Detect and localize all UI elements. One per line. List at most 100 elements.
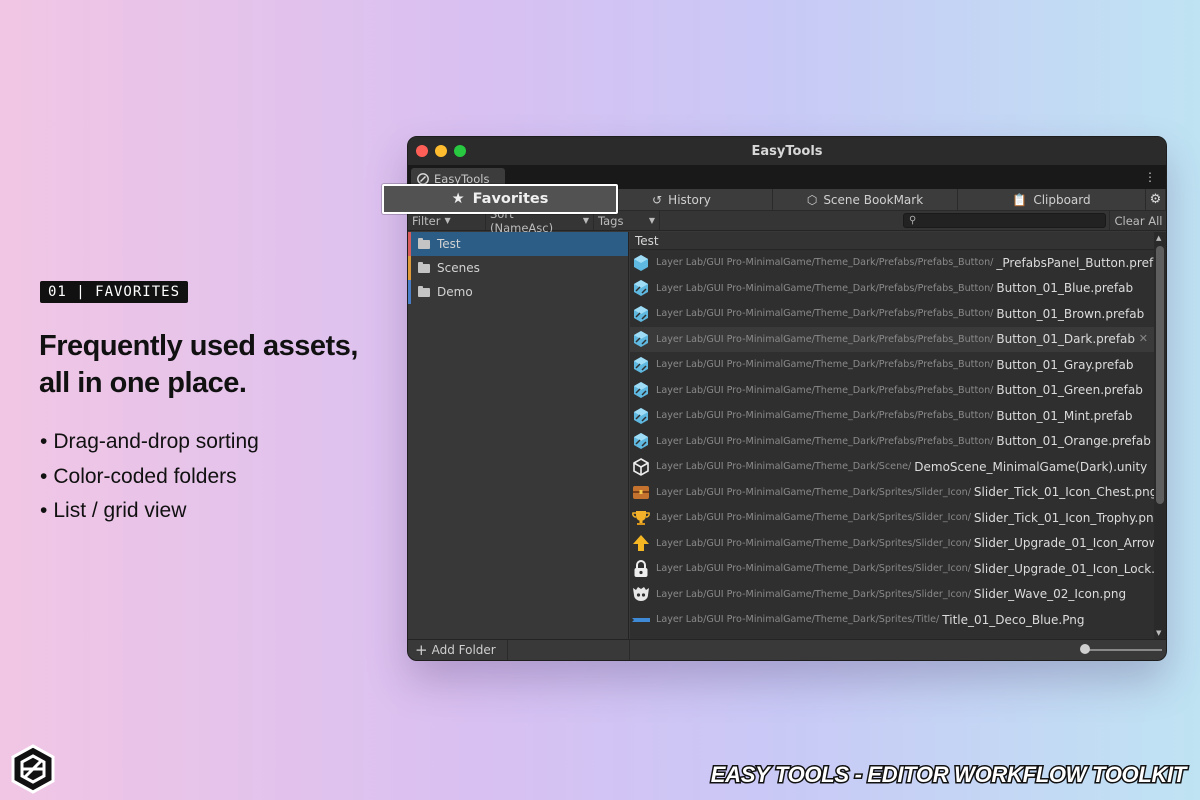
asset-name: Button_01_Gray.prefab — [996, 357, 1134, 372]
window-controls — [416, 145, 466, 157]
folder-color-tag — [408, 280, 411, 304]
feature-list: Drag-and-drop sorting Color-coded folder… — [40, 425, 259, 529]
feature-item: Drag-and-drop sorting — [40, 425, 258, 460]
asset-name: Button_01_Orange.prefab — [996, 434, 1151, 449]
bottom-bar: + Add Folder — [408, 639, 1166, 660]
list-item[interactable]: Layer Lab/GUI Pro-MinimalGame/Theme_Dark… — [630, 352, 1154, 378]
tab-favorites-label: Favorites — [472, 191, 549, 207]
folder-icon — [418, 261, 430, 273]
zoom-slider-track[interactable] — [1084, 649, 1162, 651]
list-item[interactable]: Layer Lab/GUI Pro-MinimalGame/Theme_Dark… — [630, 582, 1154, 608]
tab-clipboard[interactable]: 📋 Clipboard — [958, 189, 1146, 210]
asset-name: Button_01_Green.prefab — [996, 383, 1143, 398]
list-item[interactable]: Layer Lab/GUI Pro-MinimalGame/Theme_Dark… — [630, 403, 1154, 429]
tab-history-label: History — [668, 192, 711, 207]
add-folder-label: Add Folder — [431, 643, 496, 657]
asset-path: Layer Lab/GUI Pro-MinimalGame/Theme_Dark… — [656, 333, 994, 345]
star-icon: ★ — [451, 191, 465, 207]
prefab-variant-icon — [632, 407, 650, 425]
folder-item[interactable]: Scenes — [408, 256, 628, 280]
filter-label: Filter — [412, 213, 441, 228]
skull-icon — [632, 585, 650, 603]
folder-item[interactable]: Test — [408, 232, 628, 256]
headline-line-1: Frequently used assets, — [39, 330, 358, 362]
more-options-icon[interactable]: ⋮ — [1144, 170, 1156, 184]
clipboard-icon: 📋 — [1012, 192, 1028, 207]
asset-path: Layer Lab/GUI Pro-MinimalGame/Theme_Dark… — [656, 410, 994, 422]
divider — [629, 640, 630, 660]
tags-label: Tags — [598, 213, 624, 228]
asset-name: Slider_Tick_01_Icon_Trophy.png — [973, 510, 1154, 525]
list-item[interactable]: Layer Lab/GUI Pro-MinimalGame/Theme_Dark… — [630, 607, 1154, 633]
remove-icon[interactable]: ✕ — [1139, 332, 1148, 345]
list-item[interactable]: Layer Lab/GUI Pro-MinimalGame/Theme_Dark… — [630, 378, 1154, 404]
scroll-down-icon[interactable]: ▼ — [1156, 629, 1161, 637]
list-item[interactable]: Layer Lab/GUI Pro-MinimalGame/Theme_Dark… — [630, 250, 1154, 276]
tab-favorites-highlight[interactable]: ★ Favorites — [382, 184, 618, 214]
tab-scene-bookmark[interactable]: ⬡ Scene BookMark — [773, 189, 958, 210]
zoom-slider-handle[interactable] — [1080, 644, 1090, 654]
prefab-variant-icon — [632, 432, 650, 450]
asset-name: DemoScene_MinimalGame(Dark).unity — [914, 459, 1148, 474]
asset-name: Button_01_Blue.prefab — [996, 281, 1134, 296]
tab-clipboard-label: Clipboard — [1033, 192, 1091, 207]
prefab-variant-icon — [632, 330, 650, 348]
clear-all-button[interactable]: Clear All — [1109, 211, 1166, 230]
trophy-icon — [632, 509, 650, 527]
vertical-scrollbar[interactable]: ▲ ▼ — [1154, 232, 1166, 639]
prefab-icon — [632, 254, 650, 272]
scroll-up-icon[interactable]: ▲ — [1156, 234, 1161, 242]
list-item[interactable]: Layer Lab/GUI Pro-MinimalGame/Theme_Dark… — [630, 480, 1154, 506]
asset-path: Layer Lab/GUI Pro-MinimalGame/Theme_Dark… — [656, 614, 940, 626]
asset-path: Layer Lab/GUI Pro-MinimalGame/Theme_Dark… — [656, 435, 994, 447]
scroll-thumb[interactable] — [1156, 246, 1164, 504]
folder-item[interactable]: Demo — [408, 280, 628, 304]
settings-button[interactable]: ⚙ — [1146, 189, 1166, 210]
asset-name: Slider_Tick_01_Icon_Chest.png — [973, 485, 1154, 500]
maximize-button[interactable] — [454, 145, 466, 157]
easytools-window: EasyTools EasyTools ⋮ ↺ History ⬡ Scene … — [407, 136, 1167, 661]
list-item[interactable]: Layer Lab/GUI Pro-MinimalGame/Theme_Dark… — [630, 556, 1154, 582]
asset-name: Button_01_Mint.prefab — [996, 408, 1133, 423]
list-item[interactable]: Layer Lab/GUI Pro-MinimalGame/Theme_Dark… — [630, 326, 1154, 352]
feature-item: Color-coded folders — [40, 460, 259, 495]
easytools-tab-icon — [417, 172, 429, 185]
asset-path: Layer Lab/GUI Pro-MinimalGame/Theme_Dark… — [656, 461, 912, 473]
list-item[interactable]: Layer Lab/GUI Pro-MinimalGame/Theme_Dark… — [630, 531, 1154, 557]
feature-item: List / grid view — [40, 494, 259, 529]
add-folder-button[interactable]: + Add Folder — [408, 640, 508, 660]
minimize-button[interactable] — [435, 145, 447, 157]
tab-history[interactable]: ↺ History — [591, 189, 773, 210]
folder-icon — [418, 285, 430, 297]
close-button[interactable] — [416, 145, 428, 157]
lock-icon — [632, 559, 650, 578]
list-item[interactable]: Layer Lab/GUI Pro-MinimalGame/Theme_Dark… — [630, 276, 1154, 302]
list-item[interactable]: Layer Lab/GUI Pro-MinimalGame/Theme_Dark… — [630, 505, 1154, 531]
footer-title: EASY TOOLS - EDITOR WORKFLOW TOOLKIT — [709, 761, 1188, 789]
headline-line-2: all in one place. — [39, 367, 247, 399]
asset-path: Layer Lab/GUI Pro-MinimalGame/Theme_Dark… — [656, 282, 994, 294]
window-title: EasyTools — [751, 143, 823, 159]
cube-icon: ⬡ — [806, 192, 818, 207]
list-item[interactable]: Layer Lab/GUI Pro-MinimalGame/Theme_Dark… — [630, 454, 1154, 480]
asset-path: Layer Lab/GUI Pro-MinimalGame/Theme_Dark… — [656, 512, 971, 524]
list-item[interactable]: Layer Lab/GUI Pro-MinimalGame/Theme_Dark… — [630, 301, 1154, 327]
list-header: Test — [630, 232, 1154, 250]
ribbon-icon — [632, 611, 650, 629]
folder-panel: Test Scenes Demo — [408, 232, 629, 639]
unity-scene-icon — [632, 457, 650, 476]
asset-name: Slider_Upgrade_01_Icon_Lock.p — [973, 561, 1154, 576]
chevron-down-icon: ▼ — [648, 216, 655, 225]
asset-path: Layer Lab/GUI Pro-MinimalGame/Theme_Dark… — [656, 588, 971, 600]
folder-label: Scenes — [437, 261, 480, 275]
filter-toolbar: Filter ▼ Sort (NameAsc) ▼ Tags ▼ ⚲ Clear… — [408, 207, 1166, 235]
asset-list: Test Layer Lab/GUI Pro-MinimalGame/Theme… — [630, 232, 1154, 639]
arrow-up-icon — [632, 534, 650, 552]
asset-name: Slider_Wave_02_Icon.png — [973, 587, 1127, 602]
folder-color-tag — [408, 232, 411, 256]
headline: Frequently used assets, all in one place… — [39, 328, 358, 402]
history-icon: ↺ — [652, 192, 663, 207]
tab-scene-bookmark-label: Scene BookMark — [823, 192, 924, 207]
search-input[interactable]: ⚲ — [903, 213, 1106, 228]
list-item[interactable]: Layer Lab/GUI Pro-MinimalGame/Theme_Dark… — [630, 429, 1154, 455]
